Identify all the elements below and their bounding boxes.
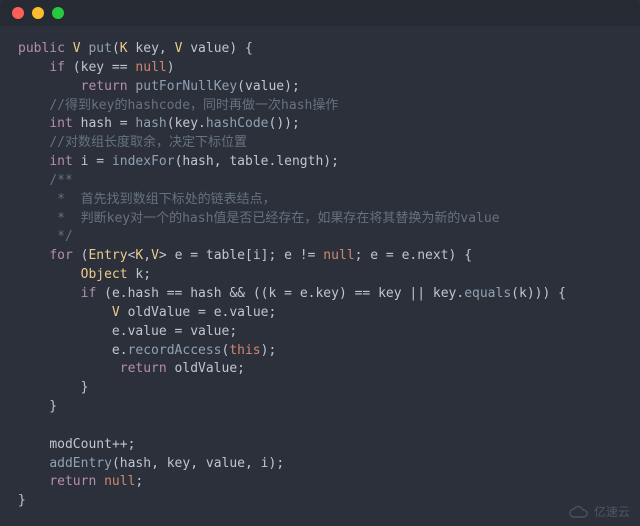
keyword: public (18, 41, 65, 56)
cloud-icon (568, 505, 590, 519)
comment: /** (49, 173, 72, 188)
ident: hash (190, 286, 221, 301)
comment: * 首先找到数组下标处的链表结点， (49, 192, 275, 207)
ident: oldValue (128, 305, 191, 320)
keyword: return (81, 79, 128, 94)
code-block: public V put(K key, V value) { if (key =… (0, 26, 640, 525)
null: null (104, 474, 135, 489)
window-titlebar (0, 0, 640, 26)
keyword: return (120, 361, 167, 376)
ident: key (433, 286, 456, 301)
ident: value (229, 305, 268, 320)
ident: e (284, 248, 292, 263)
comment: */ (49, 229, 72, 244)
ident: hash (120, 456, 151, 471)
keyword: if (49, 60, 65, 75)
ident: value (206, 456, 245, 471)
ident: length (276, 154, 323, 169)
ident: value (190, 41, 229, 56)
keyword: if (81, 286, 97, 301)
ident: value (190, 324, 229, 339)
type: Entry (88, 248, 127, 263)
ident: next (417, 248, 448, 263)
keyword: return (49, 474, 96, 489)
ident: e (300, 286, 308, 301)
close-icon[interactable] (12, 7, 24, 19)
null: null (135, 60, 166, 75)
type: V (73, 41, 81, 56)
ident: e (175, 248, 183, 263)
ident: e (370, 248, 378, 263)
method-call: indexFor (112, 154, 175, 169)
ident: hash (182, 154, 213, 169)
ident: i (253, 248, 261, 263)
keyword: for (49, 248, 72, 263)
method-call: putForNullKey (135, 79, 237, 94)
ident: i (81, 154, 89, 169)
null: null (323, 248, 354, 263)
method-call: addEntry (49, 456, 112, 471)
watermark-text: 亿速云 (594, 503, 630, 520)
minimize-icon[interactable] (32, 7, 44, 19)
type: V (112, 305, 120, 320)
method-call: equals (464, 286, 511, 301)
comment: * 判断key对一个的hash值是否已经存在，如果存在将其替换为新的value (49, 211, 499, 226)
ident: key (81, 60, 104, 75)
ident: e (112, 286, 120, 301)
type: V (151, 248, 159, 263)
ident: value (245, 79, 284, 94)
this: this (229, 343, 260, 358)
ident: e (402, 248, 410, 263)
ident: k (269, 286, 277, 301)
type: K (120, 41, 128, 56)
ident: e (214, 305, 222, 320)
ident: key (167, 456, 190, 471)
ident: key (378, 286, 401, 301)
ident: i (261, 456, 269, 471)
comment: //得到key的hashcode，同时再做一次hash操作 (49, 98, 338, 113)
method-call: hashCode (206, 116, 269, 131)
ident: e (112, 324, 120, 339)
type: V (175, 41, 183, 56)
ident: table (229, 154, 268, 169)
ident: oldValue (175, 361, 238, 376)
method-name: put (88, 41, 111, 56)
ident: k (135, 267, 143, 282)
ident: value (128, 324, 167, 339)
method-call: recordAccess (128, 343, 222, 358)
watermark: 亿速云 (568, 503, 630, 520)
keyword: int (49, 154, 72, 169)
maximize-icon[interactable] (52, 7, 64, 19)
ident: k (519, 286, 527, 301)
ident: modCount (49, 437, 112, 452)
type: Object (81, 267, 128, 282)
ident: e (112, 343, 120, 358)
ident: key (175, 116, 198, 131)
keyword: int (49, 116, 72, 131)
ident: table (206, 248, 245, 263)
type: K (135, 248, 143, 263)
ident: key (135, 41, 158, 56)
method-call: hash (135, 116, 166, 131)
ident: hash (81, 116, 112, 131)
ident: hash (128, 286, 159, 301)
comment: //对数组长度取余，决定下标位置 (49, 135, 247, 150)
ident: key (315, 286, 338, 301)
